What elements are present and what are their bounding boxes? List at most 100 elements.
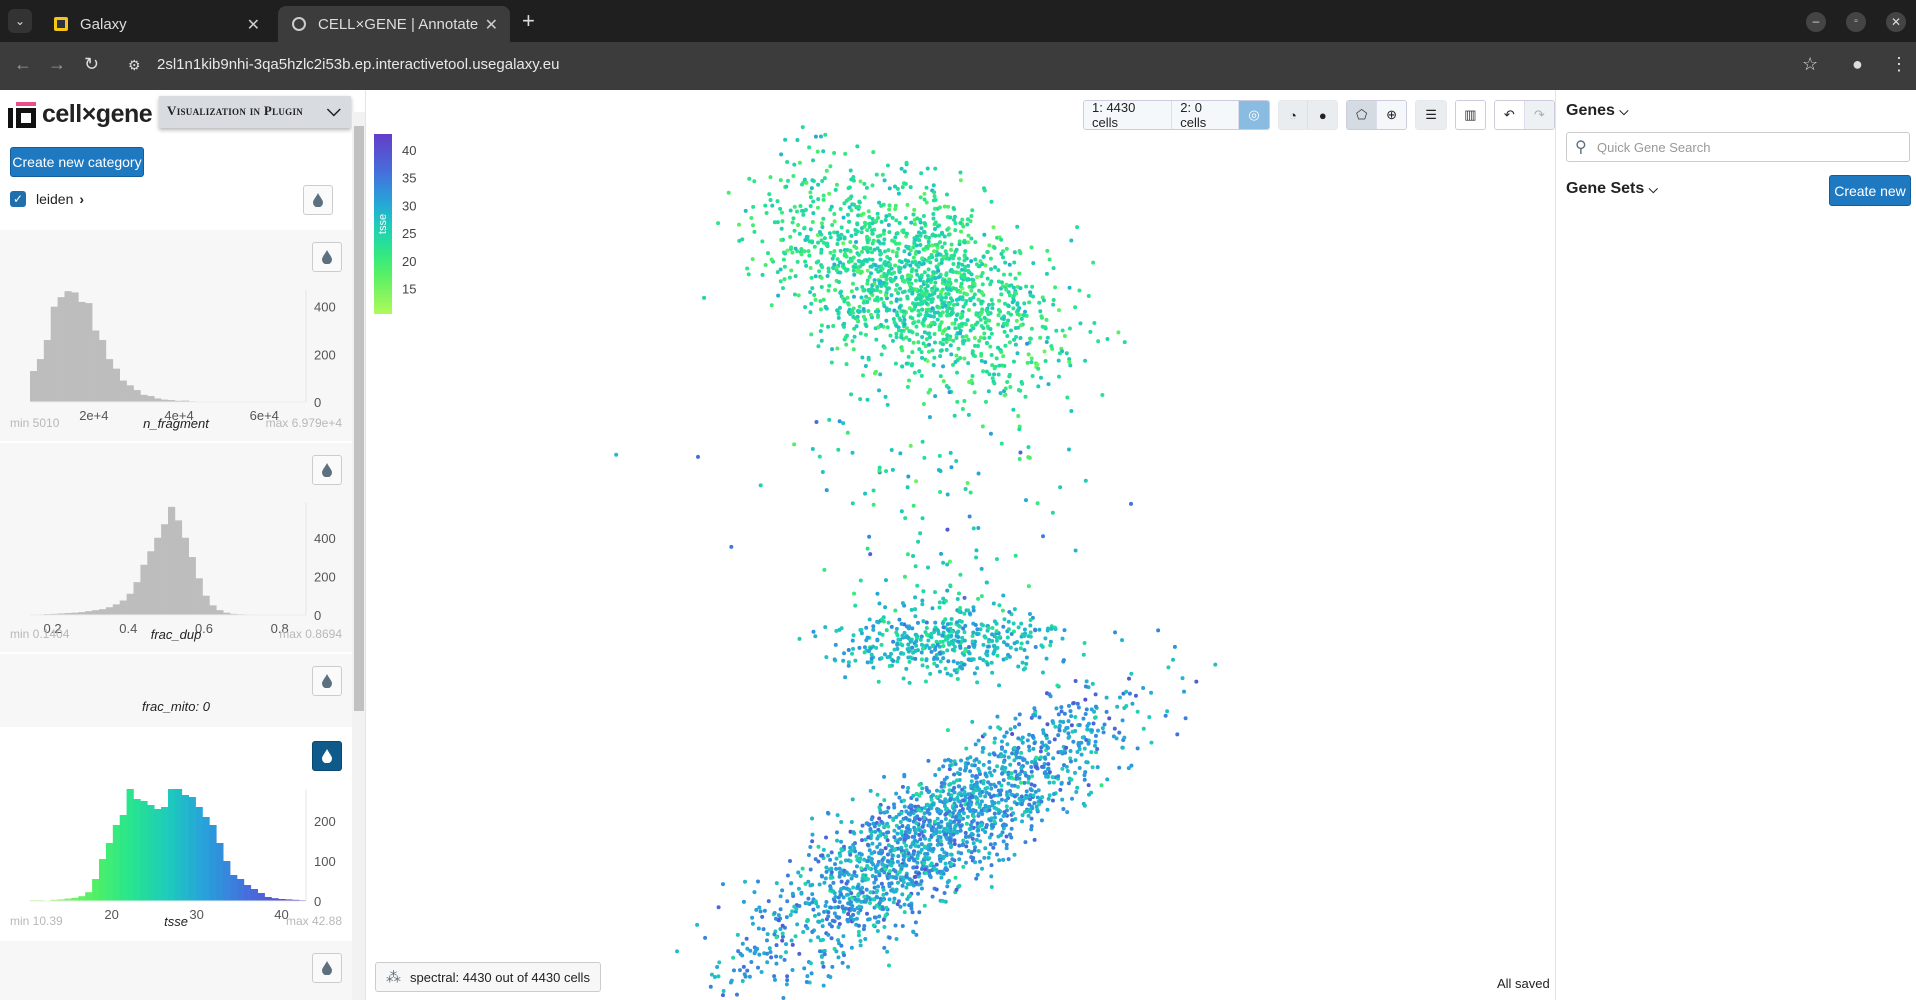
histogram-bar — [92, 330, 100, 402]
bookmark-star-icon[interactable]: ☆ — [1802, 54, 1818, 75]
checkbox[interactable]: ✓ — [10, 191, 26, 207]
category-leiden[interactable]: ✓ leiden › — [10, 191, 84, 207]
list-icon[interactable]: ☰ — [1416, 101, 1446, 129]
redo-icon[interactable]: ↷ — [1524, 101, 1554, 129]
cell-point — [837, 874, 842, 879]
cell-point — [1026, 352, 1031, 357]
cell-point — [948, 831, 953, 836]
menu-icon[interactable]: ⋮ — [1890, 54, 1908, 75]
lasso-icon[interactable]: ⬠ — [1347, 101, 1377, 129]
create-category-button[interactable]: Create new category — [10, 147, 144, 177]
histogram-chart[interactable]: 02004000.2 0.4 0.6 0.8 — [0, 491, 352, 641]
back-icon[interactable]: ← — [14, 54, 32, 75]
forward-icon[interactable]: → — [48, 54, 66, 75]
create-gene-set-button[interactable]: Create new — [1829, 175, 1911, 206]
color-by-tsse-button[interactable] — [312, 741, 342, 771]
cell-point — [957, 799, 962, 804]
cell-point — [930, 292, 935, 297]
cell-point — [978, 317, 983, 322]
zoom-pan-icon[interactable]: ⊕ — [1376, 101, 1407, 129]
cell-point — [1009, 283, 1014, 288]
cell-point — [992, 841, 997, 846]
cell-point — [1024, 789, 1029, 794]
restore-button[interactable]: ▫ — [1846, 12, 1866, 32]
cell-point — [887, 663, 892, 668]
new-tab-button[interactable]: + — [522, 8, 535, 34]
cell-point — [976, 596, 981, 601]
gene-search-input[interactable]: ⚲ Quick Gene Search — [1566, 132, 1910, 162]
cell-point — [872, 278, 877, 283]
histogram-chart[interactable]: 02004002e+4 4e+4 6e+4 — [0, 278, 352, 428]
plugin-dropdown[interactable]: Visualization in Plugin ⌵ — [159, 96, 351, 128]
cell-point — [977, 787, 982, 792]
color-by-frac_dup-button[interactable] — [312, 455, 342, 485]
cell-point — [1018, 801, 1023, 806]
cell-point — [959, 276, 964, 281]
cell-point — [869, 652, 874, 657]
cell-point — [1070, 796, 1075, 801]
genes-header[interactable]: Genes ⌵ — [1566, 102, 1628, 120]
profile-icon[interactable]: ● — [1852, 54, 1863, 75]
cell-set-1-button[interactable]: 1: 4430 cells — [1084, 101, 1173, 129]
cell-point — [1001, 317, 1006, 322]
scrollbar-thumb[interactable] — [354, 126, 364, 711]
cell-point — [1068, 748, 1073, 753]
cell-point — [1093, 704, 1098, 709]
sidebar-scrollbar[interactable] — [352, 112, 365, 1000]
bar-chart-icon[interactable]: ▥ — [1455, 101, 1486, 129]
cell-point — [941, 301, 946, 306]
cell-point — [912, 236, 917, 241]
close-window-button[interactable]: ✕ — [1886, 12, 1906, 32]
color-by-leiden-button[interactable] — [303, 185, 333, 215]
close-tab-icon[interactable]: ✕ — [485, 15, 498, 35]
subset-icon[interactable]: ◔ — [1278, 101, 1309, 129]
close-tab-icon[interactable]: ✕ — [247, 15, 260, 35]
cell-point — [898, 637, 903, 642]
cell-set-2-button[interactable]: 2: 0 cells — [1172, 101, 1240, 129]
color-by-frac_mito-button[interactable] — [312, 666, 342, 696]
cell-point — [1027, 455, 1032, 460]
undo-icon[interactable]: ↶ — [1495, 101, 1525, 129]
cell-point — [1046, 762, 1051, 767]
cell-point — [1014, 318, 1019, 323]
cell-point — [826, 269, 831, 274]
color-by-n_fragment-button[interactable] — [312, 242, 342, 272]
cell-point — [895, 231, 900, 236]
tab-list-button[interactable]: ⌄ — [8, 9, 32, 33]
embedding-view[interactable]: 1: 4430 cells 2: 0 cells ◎ ◔ ● ⬠ ⊕ ☰ ▥ ↶ ↷ ts… — [366, 90, 1555, 1000]
cell-point — [1020, 799, 1025, 804]
tab-cellxgene[interactable]: CELL×GENE | Annotate ✕ — [278, 6, 510, 42]
cell-point — [864, 294, 869, 299]
url-field[interactable]: 2sl1n1kib9nhi-3qa5hzlc2i53b.ep.interacti… — [157, 56, 560, 73]
cell-point — [897, 269, 902, 274]
gene-sets-header[interactable]: Gene Sets ⌵ — [1566, 180, 1658, 198]
cell-point — [879, 322, 884, 327]
cell-point — [890, 279, 895, 284]
cell-point — [899, 621, 904, 626]
site-settings-icon[interactable]: ⚙ — [128, 57, 141, 74]
tab-galaxy[interactable]: Galaxy ✕ — [40, 6, 272, 42]
cell-point — [799, 246, 804, 251]
venn-diff-exp-icon[interactable]: ◎ — [1239, 101, 1269, 129]
histogram-bar — [202, 595, 210, 615]
cell-point — [926, 277, 931, 282]
minimize-button[interactable]: – — [1806, 12, 1826, 32]
cell-point — [877, 631, 882, 636]
cell-point — [1008, 832, 1013, 837]
cell-point — [845, 430, 850, 435]
color-by-next-button[interactable] — [312, 953, 342, 983]
cell-point — [916, 891, 921, 896]
cell-point — [995, 852, 1000, 857]
embedding-selector-button[interactable]: ⁂ spectral: 4430 out of 4430 cells — [375, 962, 601, 992]
cell-point — [909, 901, 914, 906]
cell-point — [800, 866, 805, 871]
cell-point — [729, 544, 734, 549]
reset-subset-icon[interactable]: ● — [1308, 101, 1338, 129]
reload-icon[interactable]: ↻ — [84, 54, 99, 75]
chevron-right-icon[interactable]: › — [79, 191, 84, 207]
cell-point — [1045, 691, 1050, 696]
cell-point — [853, 232, 858, 237]
histogram-chart[interactable]: 010020020 30 40 — [0, 777, 352, 927]
cell-point — [823, 304, 828, 309]
cell-point — [1000, 316, 1005, 321]
